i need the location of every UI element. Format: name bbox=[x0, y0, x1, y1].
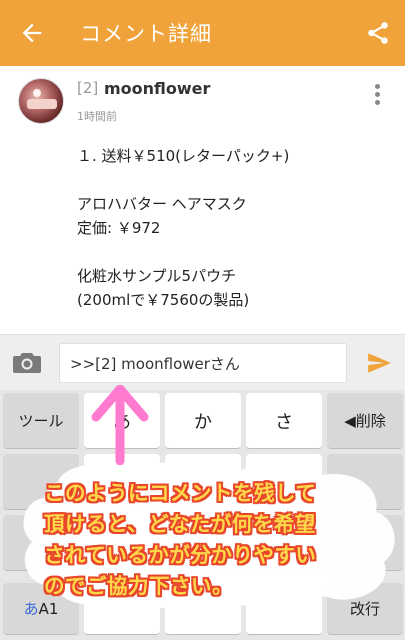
more-options-icon[interactable] bbox=[373, 84, 381, 108]
send-icon[interactable] bbox=[365, 350, 393, 376]
annotation-line: 頂けると、どなたが何を希望 bbox=[44, 512, 316, 536]
comment-timestamp: 1時間前 bbox=[77, 110, 117, 123]
page-title: コメント詳細 bbox=[80, 22, 212, 46]
comment-index: [2] bbox=[77, 79, 99, 97]
camera-icon[interactable] bbox=[12, 351, 42, 375]
arrow-left-icon[interactable] bbox=[18, 19, 46, 47]
pointer-arrow bbox=[91, 385, 149, 465]
key-delete[interactable]: ◀削除 bbox=[327, 393, 403, 449]
comment-line: 定価: ￥972 bbox=[77, 219, 161, 237]
annotation-line: されているかが分かりやすい bbox=[44, 543, 317, 567]
comment-line bbox=[77, 168, 387, 192]
comment-line: (200mlで￥7560の製品) bbox=[77, 291, 250, 309]
avatar[interactable] bbox=[18, 78, 64, 124]
annotation-line: のでご協力下さい。 bbox=[44, 574, 233, 598]
comment-line: アロハバター ヘアマスク bbox=[77, 195, 247, 213]
comment-input-bar: >>[2] moonflowerさん bbox=[0, 334, 405, 390]
comment-line: １. 送料￥510(レターパック+) bbox=[77, 147, 290, 165]
comment-username[interactable]: moonflower bbox=[104, 79, 210, 98]
annotation-text: このようにコメントを残して 頂けると、どなたが何を希望 されているかが分かりやす… bbox=[44, 478, 394, 602]
comment-line: 化粧水サンプル5パウチ bbox=[77, 267, 237, 285]
comment-card: [2] moonflower 1時間前 １. 送料￥510(レターパック+) ア… bbox=[0, 66, 405, 334]
key-ka[interactable]: か bbox=[165, 393, 241, 449]
key-tool[interactable]: ツール bbox=[3, 393, 79, 449]
key-sa[interactable]: さ bbox=[246, 393, 322, 449]
comment-body: １. 送料￥510(レターパック+) アロハバター ヘアマスク 定価: ￥972… bbox=[77, 144, 387, 312]
app-bar: コメント詳細 bbox=[0, 0, 405, 66]
annotation-line: このようにコメントを残して bbox=[44, 481, 317, 505]
comment-line bbox=[77, 240, 387, 264]
comment-input[interactable]: >>[2] moonflowerさん bbox=[59, 343, 347, 383]
share-icon[interactable] bbox=[365, 20, 391, 46]
